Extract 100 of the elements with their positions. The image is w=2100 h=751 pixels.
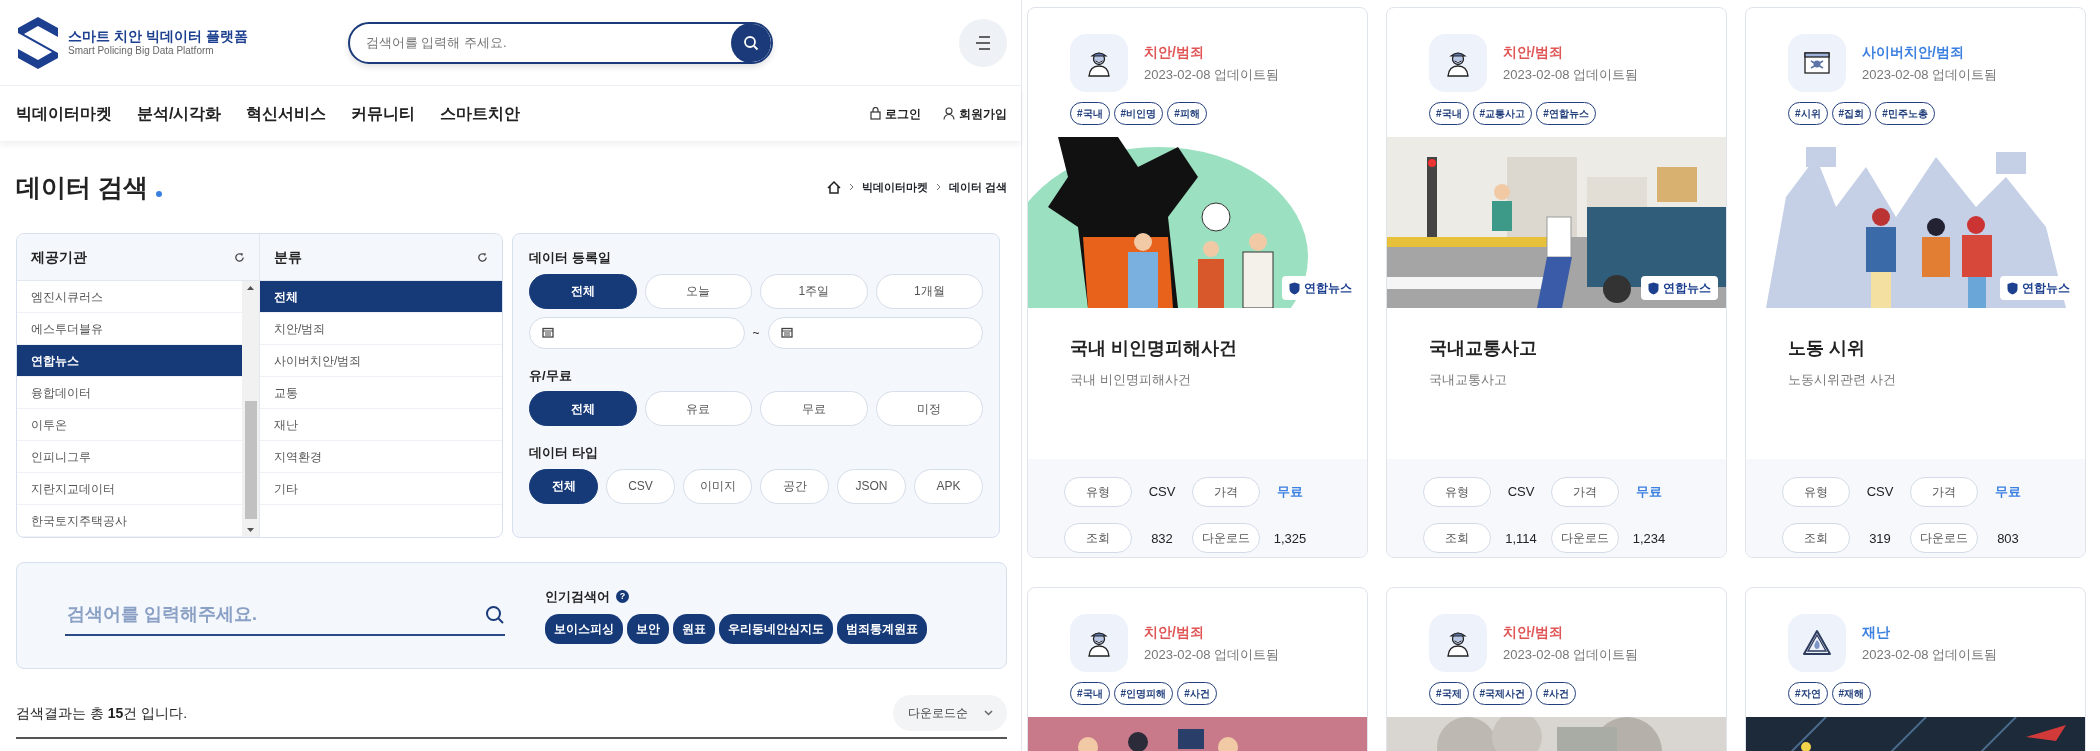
filter-option[interactable]: 전체 <box>529 273 637 309</box>
list-item[interactable]: 사이버치안/범죄 <box>260 345 502 377</box>
date-field[interactable] <box>529 316 745 349</box>
scrollbar[interactable] <box>242 281 259 537</box>
sort-dropdown[interactable]: 다운로드순 <box>893 695 1007 731</box>
keyword-tag[interactable]: 보안 <box>627 614 669 645</box>
shield-icon <box>2007 281 2018 295</box>
filter-option[interactable]: 이미지 <box>683 468 752 504</box>
stat-value: 832 <box>1150 529 1174 548</box>
help-icon[interactable]: ? <box>616 590 629 603</box>
range-separator: ~ <box>752 324 760 342</box>
date-field[interactable] <box>767 316 983 349</box>
source-badge: 연합뉴스 <box>1641 276 1718 300</box>
search-input[interactable]: 검색어를 입력해 주세요. <box>349 32 731 53</box>
nav-link[interactable]: 빅데이터마켓 <box>16 101 112 126</box>
keyword-input[interactable]: 검색어를 입력해주세요. <box>65 601 485 628</box>
update-date: 2023-02-08 업데이트됨 <box>1503 65 1639 84</box>
category-label: 치안/범죄 <box>1144 42 1205 62</box>
breadcrumb-link[interactable]: 빅데이터마켓 <box>861 178 928 196</box>
column-heading: 제공기관 <box>31 247 87 267</box>
list-item[interactable]: 교통 <box>260 377 502 409</box>
refresh-icon[interactable] <box>477 251 488 263</box>
list-item[interactable]: 기타 <box>260 473 502 505</box>
stat-value: 무료 <box>1994 483 2022 501</box>
card-title: 국내교통사고 <box>1428 337 1538 360</box>
filter-option[interactable]: 전체 <box>529 391 637 426</box>
chevron-icon <box>935 183 941 191</box>
search-bar[interactable]: 검색어를 입력해 주세요. <box>347 21 773 64</box>
page-title: 데이터 검색 <box>16 172 148 202</box>
nav-link[interactable]: 분석/시각화 <box>137 101 222 126</box>
data-card[interactable]: 재난 2023-02-08 업데이트됨 #자연 #재해 <box>1745 587 2086 751</box>
nav-link[interactable]: 혁신서비스 <box>246 101 327 126</box>
logo-subtitle: Smart Policing Big Data Platform <box>68 44 215 57</box>
stat-value: 무료 <box>1276 483 1304 501</box>
list-item[interactable]: 재난 <box>260 409 502 441</box>
stat-value: 1,114 <box>1504 529 1538 548</box>
card-description: 국내 비인명피해사건 <box>1069 370 1192 389</box>
search-button[interactable] <box>730 23 771 62</box>
filter-option[interactable]: 1주일 <box>760 273 868 309</box>
filter-option[interactable]: 유료 <box>644 391 752 426</box>
breadcrumb-link[interactable]: 데이터 검색 <box>948 178 1007 196</box>
calendar-icon <box>780 327 793 338</box>
stat-value: CSV <box>1865 483 1895 501</box>
filter-option[interactable]: 무료 <box>760 391 868 426</box>
filter-option[interactable]: 공간 <box>760 468 829 504</box>
logo-title: 스마트 치안 빅데이터 플랫폼 <box>68 28 248 45</box>
keyword-tag[interactable]: 범죄통계원표 <box>837 614 927 645</box>
stat-value: CSV <box>1506 483 1536 501</box>
stat-label: 유형 <box>1423 476 1491 507</box>
stat-value: 803 <box>1996 529 2020 548</box>
update-date: 2023-02-08 업데이트됨 <box>1144 645 1280 664</box>
filter-option[interactable]: 전체 <box>529 468 598 504</box>
column-heading: 분류 <box>274 247 302 267</box>
chevron-icon <box>848 183 854 191</box>
keyword-tag[interactable]: 보이스피싱 <box>545 614 623 645</box>
update-date: 2023-02-08 업데이트됨 <box>1862 645 1998 664</box>
data-card[interactable]: 치안/범죄 2023-02-08 업데이트됨 #국제 #국제사건 #사건 <box>1386 587 1727 751</box>
refresh-icon[interactable] <box>234 251 245 263</box>
data-card[interactable]: 치안/범죄 2023-02-08 업데이트됨 #국내 #교통사고 #연합뉴스 연합뉴스 국내교통사고 국내교통사고 유형 CSV 가격 무료 조회 1,114 다운로드 1,234 <box>1386 7 1727 558</box>
data-card[interactable]: 사이버치안/범죄 2023-02-08 업데이트됨 #시위 #집회 #민주노총 연합뉴스 노동 시위 노동시위관련 사건 유형 CSV 가격 무료 조회 319 다운로드 803 <box>1745 7 2086 558</box>
category-label: 치안/범죄 <box>1144 622 1205 642</box>
stat-label: 조회 <box>1064 523 1132 554</box>
stat-label: 유형 <box>1064 476 1132 507</box>
nav-link[interactable]: 커뮤니티 <box>351 101 416 126</box>
filter-label: 유/무료 <box>529 366 573 385</box>
list-item[interactable]: 치안/범죄 <box>260 313 502 345</box>
search-icon[interactable] <box>485 604 505 625</box>
login-link[interactable]: 로그인 <box>870 104 921 123</box>
category-label: 재난 <box>1862 622 1891 642</box>
data-card[interactable]: 치안/범죄 2023-02-08 업데이트됨 #국내 #인명피해 #사건 <box>1027 587 1368 751</box>
filter-option[interactable]: 오늘 <box>644 273 752 309</box>
home-icon[interactable] <box>826 180 841 194</box>
stat-value: 1,234 <box>1631 529 1667 548</box>
search-icon <box>742 34 759 51</box>
keyword-tag[interactable]: 우리동네안심지도 <box>719 614 833 645</box>
data-card[interactable]: 치안/범죄 2023-02-08 업데이트됨 #국내 #비인명 #피해 연합뉴스 국내 비인명피해사건 국내 비인명피해사건 유형 CSV 가격 무료 조회 832 다운로드 1,325 <box>1027 7 1368 558</box>
filter-label: 데이터 타입 <box>529 444 599 462</box>
keyword-tag[interactable]: 원표 <box>673 614 715 645</box>
chevron-icon <box>983 710 993 716</box>
list-item[interactable]: 지역환경 <box>260 441 502 473</box>
stat-label: 다운로드 <box>1910 523 1978 554</box>
stat-value: CSV <box>1147 483 1177 501</box>
filter-label: 데이터 등록일 <box>529 249 612 267</box>
list-item[interactable]: 연합뉴스 <box>17 345 242 377</box>
list-item[interactable]: 전체 <box>260 281 502 313</box>
nav-link[interactable]: 스마트치안 <box>440 101 521 126</box>
filter-option[interactable]: 미정 <box>875 391 983 426</box>
category-label: 사이버치안/범죄 <box>1862 42 1965 62</box>
filter-option[interactable]: APK <box>914 468 983 504</box>
stat-label: 조회 <box>1423 523 1491 554</box>
result-summary: 검색결과는 총 15건 입니다. <box>16 703 188 723</box>
scroll-thumb[interactable] <box>244 401 257 519</box>
filter-option[interactable]: 1개월 <box>875 273 983 309</box>
stat-label: 가격 <box>1910 476 1978 507</box>
person-icon <box>943 107 955 120</box>
signup-link[interactable]: 회원가입 <box>943 104 1007 123</box>
filter-option[interactable]: JSON <box>837 468 906 504</box>
menu-button[interactable] <box>959 18 1007 67</box>
filter-option[interactable]: CSV <box>606 468 675 504</box>
shield-icon <box>1648 281 1659 295</box>
